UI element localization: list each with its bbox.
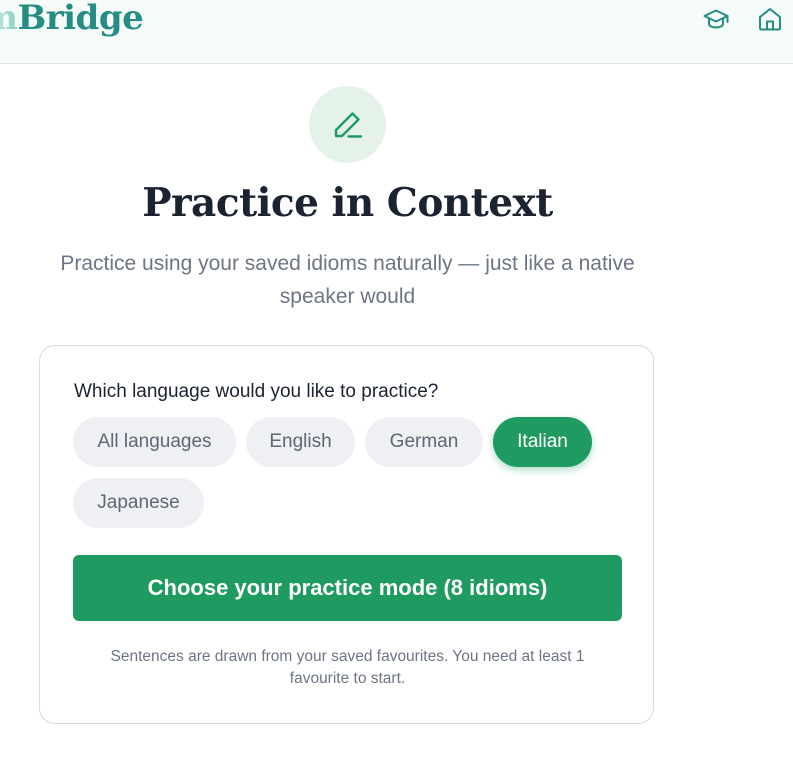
language-selection-card: Which language would you like to practic… (39, 345, 654, 724)
page-title: Practice in Context (142, 180, 553, 226)
language-chip-english[interactable]: English (246, 417, 355, 467)
language-chip-japanese[interactable]: Japanese (73, 478, 204, 528)
top-bar: mBridge (0, 0, 793, 64)
language-chip-all[interactable]: All languages (73, 417, 236, 467)
language-chip-italian[interactable]: Italian (493, 417, 592, 467)
choose-practice-mode-button[interactable]: Choose your practice mode (8 idioms) (73, 555, 622, 621)
pencil-icon (334, 111, 362, 138)
page-subtitle: Practice using your saved idioms natural… (60, 252, 635, 308)
language-question: Which language would you like to practic… (74, 381, 439, 402)
brand-logo-faded-part: m (0, 0, 18, 38)
graduation-cap-icon[interactable] (702, 5, 730, 33)
pencil-icon-badge (309, 86, 386, 163)
brand-logo-text: Bridge (17, 0, 144, 38)
language-chip-german[interactable]: German (365, 417, 483, 467)
brand-logo[interactable]: mBridge (0, 0, 144, 38)
home-icon[interactable] (756, 5, 784, 33)
favourites-footnote: Sentences are drawn from your saved favo… (110, 648, 585, 687)
